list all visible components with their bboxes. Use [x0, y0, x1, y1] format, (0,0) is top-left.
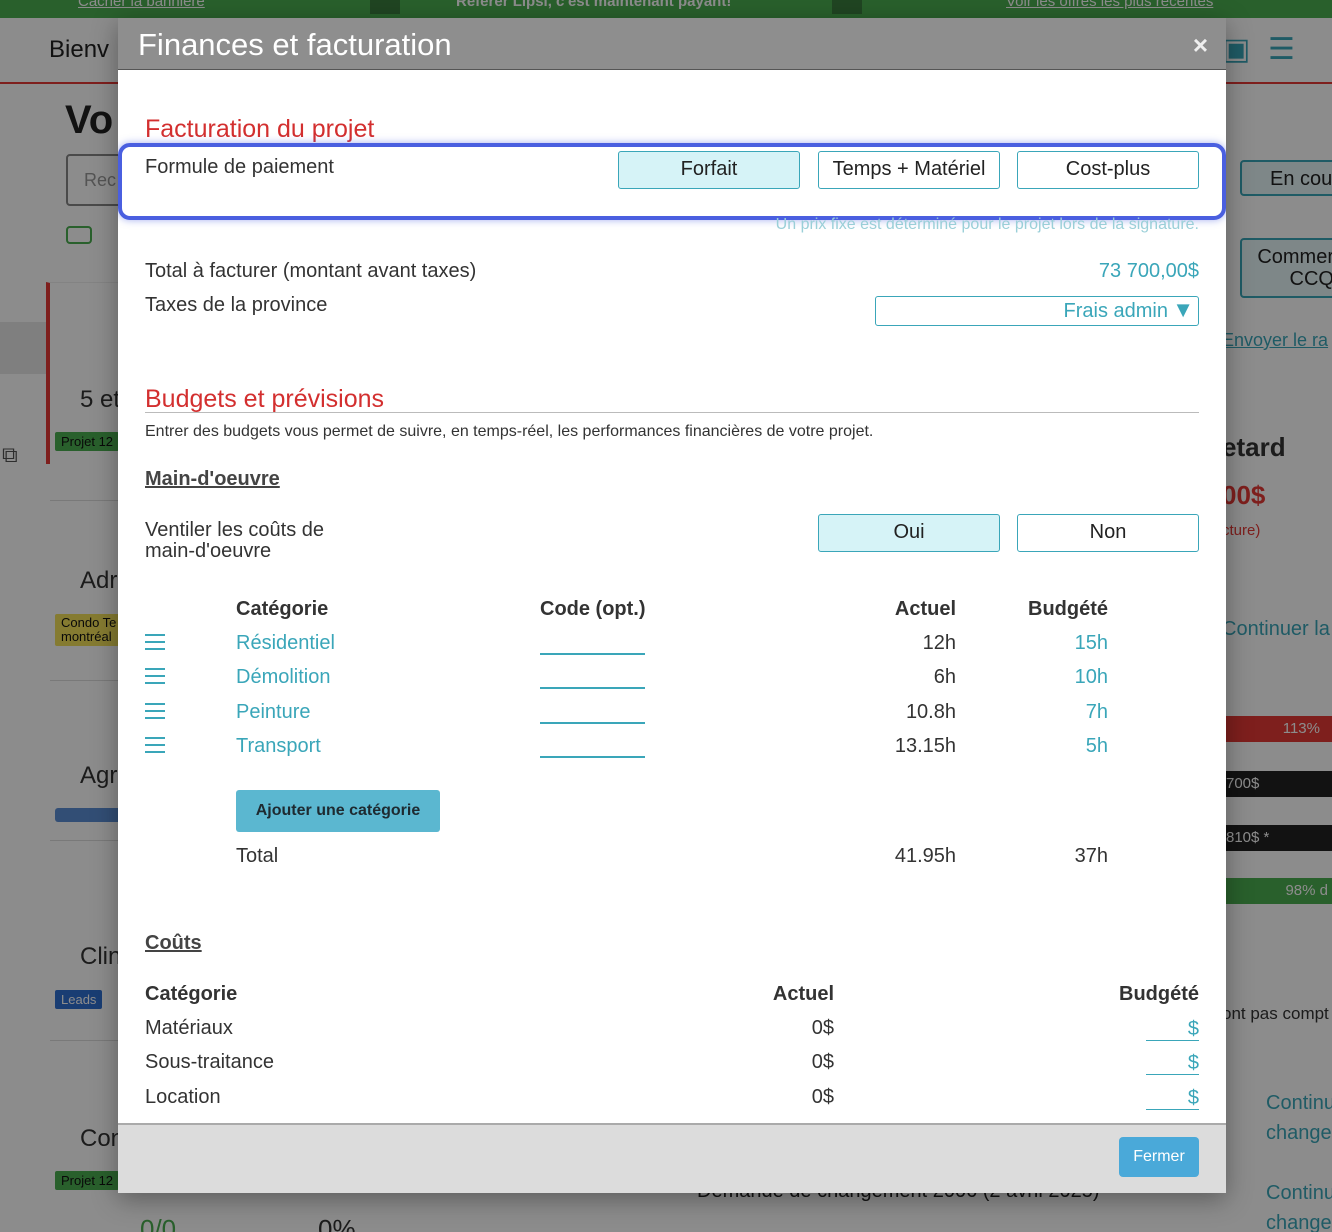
- total-label: Total à facturer (montant avant taxes): [145, 260, 477, 282]
- modal-header: Finances et facturation ×: [118, 18, 1226, 70]
- labor-header-budgeted: Budgété: [1028, 598, 1108, 620]
- labor-category-link[interactable]: Transport: [236, 735, 321, 758]
- option-forfait-button[interactable]: Forfait: [618, 151, 800, 189]
- finances-modal: Finances et facturation × Facturation du…: [118, 18, 1226, 1193]
- close-modal-button[interactable]: Fermer: [1119, 1137, 1199, 1177]
- budgets-description: Entrer des budgets vous permet de suivre…: [145, 423, 874, 440]
- cost-budget-input[interactable]: $: [1146, 1087, 1199, 1110]
- cost-budget-input[interactable]: $: [1146, 1052, 1199, 1075]
- budgets-section-title: Budgets et prévisions: [145, 385, 385, 413]
- taxes-select-value: Frais admin: [1063, 300, 1168, 322]
- costs-header-category: Catégorie: [145, 983, 238, 1005]
- drag-handle-icon[interactable]: [145, 735, 165, 755]
- costs-header-actual: Actuel: [772, 983, 834, 1005]
- labor-budgeted-input[interactable]: 15h: [968, 632, 1108, 655]
- code-input[interactable]: [540, 722, 645, 724]
- labor-actual: 12h: [922, 632, 956, 654]
- split-labor-label: Ventiler les coûts de main-d'oeuvre: [145, 520, 324, 562]
- labor-subtitle: Main-d'oeuvre: [145, 468, 280, 490]
- section-divider: [145, 412, 1199, 413]
- cost-category: Location: [145, 1086, 221, 1108]
- labor-budgeted-input[interactable]: 7h: [968, 701, 1108, 724]
- split-labor-line: main-d'oeuvre: [145, 540, 272, 562]
- costs-header-budgeted: Budgété: [1119, 983, 1199, 1005]
- taxes-label: Taxes de la province: [145, 294, 328, 316]
- total-value: 73 700,00$: [1098, 260, 1199, 282]
- cost-actual: 0$: [811, 1086, 834, 1108]
- drag-handle-icon[interactable]: [145, 632, 165, 652]
- labor-budgeted-input[interactable]: 10h: [968, 666, 1108, 689]
- labor-total-label: Total: [236, 845, 279, 867]
- split-labor-line: Ventiler les coûts de: [145, 519, 324, 541]
- drag-handle-icon[interactable]: [145, 666, 165, 686]
- close-icon[interactable]: ×: [1193, 30, 1208, 61]
- labor-header-code: Code (opt.): [540, 598, 646, 620]
- cost-budget-input[interactable]: $: [1146, 1018, 1199, 1041]
- option-temps-materiel-button[interactable]: Temps + Matériel: [818, 151, 1000, 189]
- labor-header-category: Catégorie: [236, 598, 329, 620]
- cost-actual: 0$: [811, 1017, 834, 1039]
- labor-category-link[interactable]: Peinture: [236, 701, 311, 724]
- payment-formula-label: Formule de paiement: [145, 156, 334, 178]
- cost-actual: 0$: [811, 1051, 834, 1073]
- code-input[interactable]: [540, 653, 645, 655]
- chevron-down-icon: ▼: [1172, 297, 1194, 322]
- payment-hint: Un prix fixe est déterminé pour le proje…: [775, 216, 1199, 233]
- modal-body: Facturation du projet Formule de paiemen…: [118, 70, 1226, 1122]
- modal-title: Finances et facturation: [138, 27, 452, 62]
- labor-actual: 6h: [933, 666, 956, 688]
- split-yes-button[interactable]: Oui: [818, 514, 1000, 552]
- costs-subtitle: Coûts: [145, 932, 202, 954]
- cost-category: Sous-traitance: [145, 1051, 274, 1073]
- modal-footer: Fermer: [118, 1123, 1226, 1193]
- labor-category-link[interactable]: Résidentiel: [236, 632, 335, 655]
- cost-category: Matériaux: [145, 1017, 233, 1039]
- drag-handle-icon[interactable]: [145, 701, 165, 721]
- labor-category-link[interactable]: Démolition: [236, 666, 330, 689]
- labor-budgeted-input[interactable]: 5h: [968, 735, 1108, 758]
- add-category-button[interactable]: Ajouter une catégorie: [236, 790, 440, 832]
- billing-section-title: Facturation du projet: [145, 115, 375, 143]
- labor-total-actual: 41.95h: [894, 845, 956, 867]
- labor-header-actual: Actuel: [894, 598, 956, 620]
- option-cost-plus-button[interactable]: Cost-plus: [1017, 151, 1199, 189]
- split-no-button[interactable]: Non: [1017, 514, 1199, 552]
- code-input[interactable]: [540, 756, 645, 758]
- labor-total-budgeted: 37h: [1074, 845, 1108, 867]
- labor-actual: 10.8h: [905, 701, 956, 723]
- code-input[interactable]: [540, 687, 645, 689]
- taxes-select[interactable]: Frais admin ▼: [875, 296, 1199, 326]
- labor-actual: 13.15h: [894, 735, 956, 757]
